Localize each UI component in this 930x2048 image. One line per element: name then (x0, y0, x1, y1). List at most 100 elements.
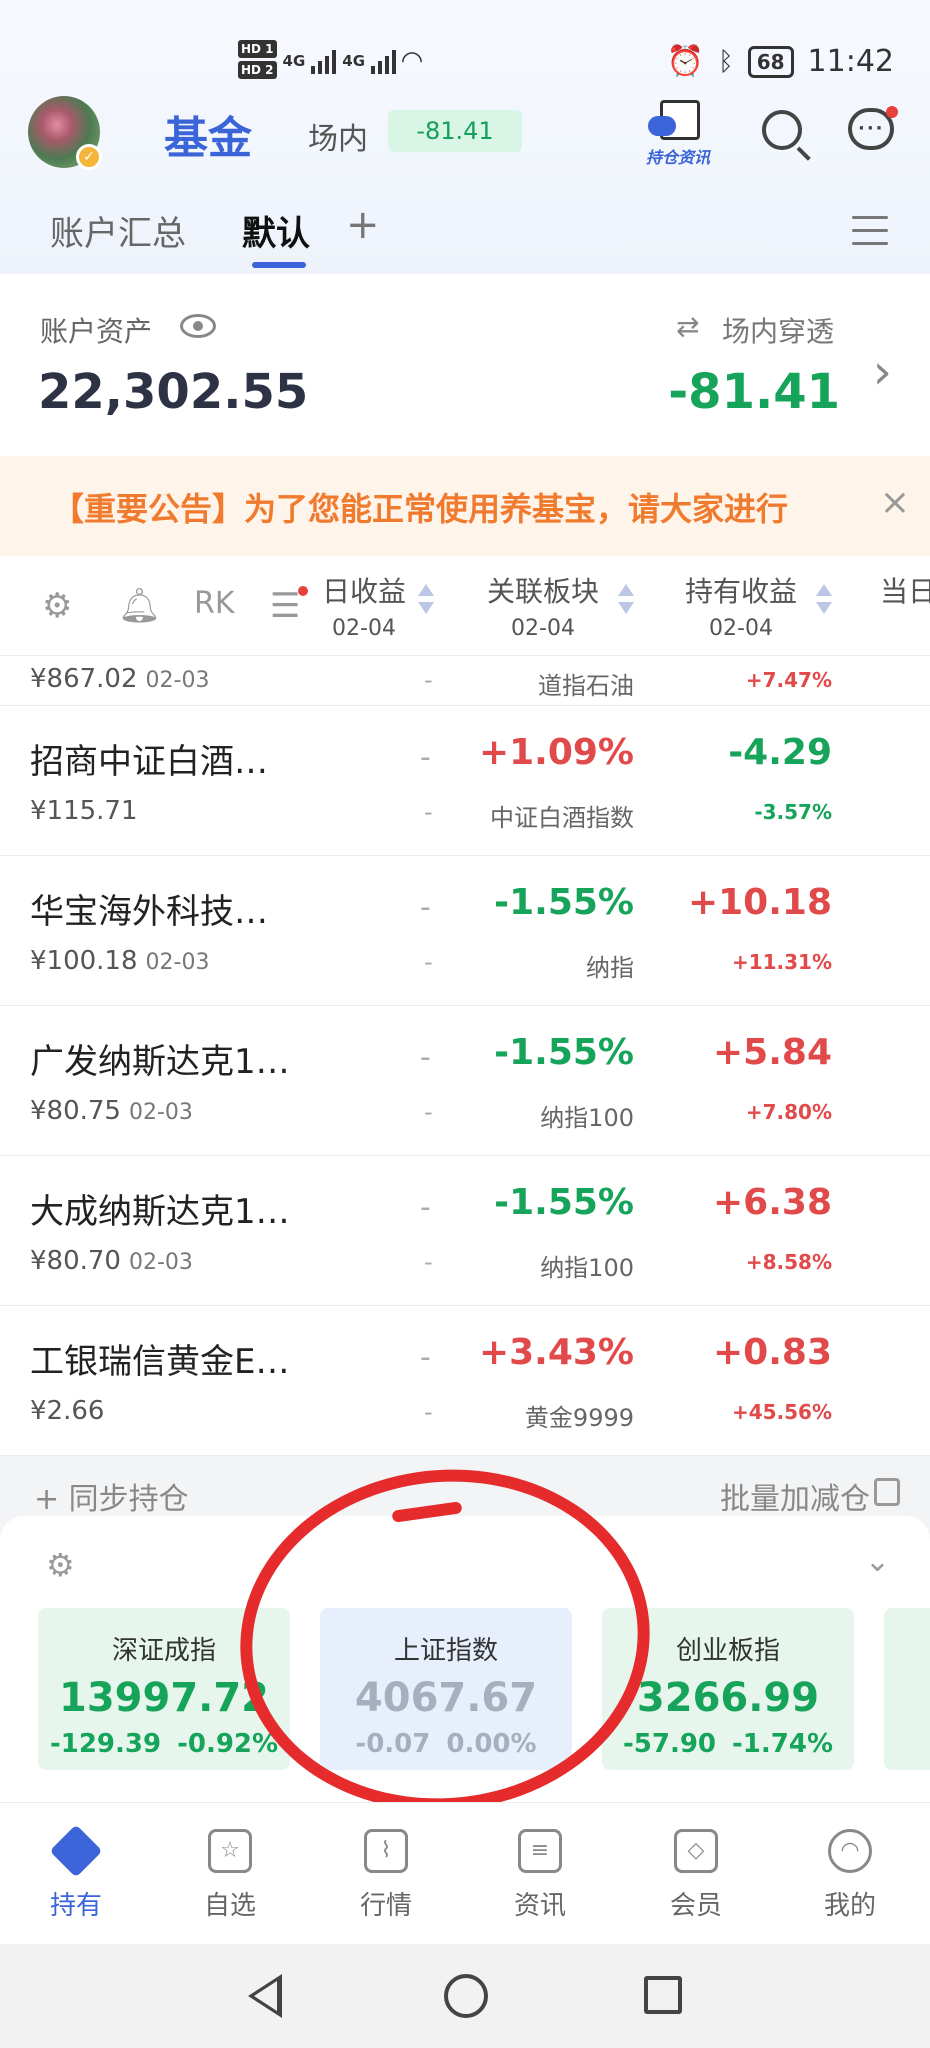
asset-value: 22,302.55 (38, 364, 309, 420)
tab-default[interactable]: 默认 (242, 206, 310, 255)
nav-watchlist[interactable]: ☆ 自选 (170, 1829, 290, 1922)
vip-badge-icon: ✓ (76, 144, 102, 170)
daily-dash: - (420, 740, 431, 775)
index-card-chinext[interactable]: 创业板指 3266.99 -57.90 -1.74% (602, 1608, 854, 1770)
sector-name: 道指石油 (538, 672, 634, 700)
wifi-icon: ◠ (402, 46, 423, 76)
hold-news-label: 持仓资讯 (646, 148, 711, 167)
column-sector[interactable]: 关联板块 02-04 (478, 570, 608, 641)
index-percent: 0.00% (446, 1729, 537, 1759)
gear-icon[interactable]: ⚙ (46, 1546, 75, 1584)
index-change: -57.90 (622, 1729, 717, 1759)
index-card-shanghai[interactable]: 上证指数 4067.67 -0.07 0.00% (320, 1608, 572, 1770)
tab-underline (252, 262, 306, 268)
layers-icon (49, 1824, 103, 1878)
eye-icon[interactable] (180, 314, 216, 338)
chang-label[interactable]: 场内 (308, 114, 368, 158)
search-icon[interactable] (758, 106, 814, 162)
chevron-right-icon[interactable]: › (873, 344, 892, 400)
fund-nav: ¥2.66 (30, 1396, 105, 1426)
menu-icon[interactable] (852, 216, 888, 246)
notification-dot (298, 586, 308, 596)
message-icon[interactable]: ··· (846, 106, 898, 158)
sort-icon[interactable] (418, 584, 434, 614)
close-icon[interactable]: × (869, 482, 910, 523)
sync-holdings-button[interactable]: + 同步持仓 (34, 1474, 189, 1518)
sector-change: -1.55% (494, 1182, 634, 1223)
nav-news[interactable]: ≡ 资讯 (480, 1829, 600, 1922)
fund-nav: ¥100.18 (30, 946, 138, 976)
nav-vip[interactable]: ◇ 会员 (636, 1829, 756, 1922)
swap-icon: ⇄ (676, 310, 700, 343)
list-item-partial[interactable]: ¥867.02 02-03 - 道指石油 +7.47% (0, 656, 930, 706)
nav-profile[interactable]: ◠ 我的 (790, 1829, 910, 1922)
title-row: ✓ 基金 场内 -81.41 持仓资讯 ··· (0, 92, 930, 172)
penetrate-value: -81.41 (668, 364, 840, 420)
daily-dash-sub: - (424, 948, 433, 976)
hold-profit: +0.83 (713, 1332, 832, 1373)
column-daily[interactable]: 日收益 02-04 (314, 570, 414, 641)
penetrate-label[interactable]: 场内穿透 (722, 310, 834, 350)
hd2-badge: HD 2 (238, 61, 277, 79)
notice-banner[interactable]: 【重要公告】为了您能正常使用养基宝，请大家进行 × (0, 456, 930, 556)
column-today[interactable]: 当日 (880, 570, 930, 610)
column-header: ⚙ 🔔︎ RK ☰ 日收益 02-04 关联板块 02-04 持有收益 02-0… (0, 556, 930, 656)
network-type-1: 4G (282, 52, 306, 70)
nav-holdings[interactable]: 持有 (16, 1824, 136, 1922)
index-percent: -0.92% (177, 1729, 279, 1759)
sort-icon[interactable] (618, 584, 634, 614)
index-card-shenzhen[interactable]: 深证成指 13997.72 -129.39 -0.92% (38, 1608, 290, 1770)
hold-profit: +6.38 (713, 1182, 832, 1223)
index-name: 创业板指 (675, 1636, 780, 1666)
fund-name: 工银瑞信黄金E… (30, 1342, 290, 1382)
nav-market[interactable]: ⌇ 行情 (326, 1829, 446, 1922)
copy-icon[interactable] (874, 1478, 900, 1506)
column-hold[interactable]: 持有收益 02-04 (676, 570, 806, 641)
list-item[interactable]: 招商中证白酒… ¥115.71 - - +1.09% 中证白酒指数 -4.29 … (0, 706, 930, 856)
sector-change: -1.55% (494, 1032, 634, 1073)
index-card-partial[interactable] (884, 1608, 930, 1770)
star-icon: ☆ (208, 1829, 252, 1873)
batch-adjust-button[interactable]: 批量加减仓 (720, 1474, 870, 1518)
list-item[interactable]: 工银瑞信黄金E… ¥2.66 - - +3.43% 黄金9999 +0.83 +… (0, 1306, 930, 1456)
chevron-down-icon[interactable]: ⌄ (865, 1544, 890, 1579)
daily-dash: - (420, 1040, 431, 1075)
bell-icon[interactable]: 🔔︎ (118, 586, 161, 626)
daily-dash-sub: - (424, 798, 433, 826)
sector-name: 纳指100 (540, 1254, 634, 1282)
hold-news-button[interactable]: 持仓资讯 (646, 98, 726, 168)
top-header: HD 1 HD 2 4G 4G ◠ ⏰ ᛒ 68 11:42 ✓ 基金 场内 -… (0, 0, 930, 274)
list-item[interactable]: 大成纳斯达克1… ¥80.70 02-03 - - -1.55% 纳指100 +6… (0, 1156, 930, 1306)
chang-value-badge[interactable]: -81.41 (388, 110, 522, 152)
sector-change: +3.43% (478, 1332, 634, 1373)
status-bar: HD 1 HD 2 4G 4G ◠ ⏰ ᛒ 68 11:42 (0, 30, 930, 100)
sort-icon[interactable] (816, 584, 832, 614)
back-icon[interactable] (248, 1974, 282, 2018)
add-tab-button[interactable]: + (346, 202, 380, 248)
hold-percent: -3.57% (754, 800, 832, 824)
index-panel: ⚙ ⌄ 深证成指 13997.72 -129.39 -0.92% 上证指数 406… (0, 1516, 930, 1802)
daily-dash-sub: - (424, 1398, 433, 1426)
list-item[interactable]: 广发纳斯达克1… ¥80.75 02-03 - - -1.55% 纳指100 +5… (0, 1006, 930, 1156)
daily-dash: - (420, 890, 431, 925)
daily-dash: - (424, 666, 433, 694)
network-status: HD 1 HD 2 4G 4G ◠ (238, 40, 422, 82)
settings-icon[interactable]: ⚙ (42, 586, 72, 626)
system-nav-bar (0, 1944, 930, 2048)
chart-icon: ⌇ (364, 1829, 408, 1873)
tab-account-summary[interactable]: 账户汇总 (50, 206, 186, 255)
list-item[interactable]: 华宝海外科技… ¥100.18 02-03 - - -1.55% 纳指 +10.1… (0, 856, 930, 1006)
fund-nav: ¥867.02 (30, 664, 138, 694)
home-icon[interactable] (444, 1974, 488, 2018)
index-change: -129.39 (49, 1729, 162, 1759)
asset-card[interactable]: 账户资产 22,302.55 ⇄ 场内穿透 -81.41 › (0, 274, 930, 456)
sector-change: -1.55% (494, 882, 634, 923)
k-line-icon[interactable]: RK (194, 586, 235, 621)
chat-bubble-icon (648, 116, 676, 136)
list-icon[interactable]: ☰ (270, 586, 300, 626)
fund-nav: ¥115.71 (30, 796, 138, 826)
daily-dash-sub: - (424, 1248, 433, 1276)
clock: 11:42 (807, 44, 894, 79)
recents-icon[interactable] (644, 1976, 682, 2014)
avatar[interactable]: ✓ (28, 96, 102, 170)
